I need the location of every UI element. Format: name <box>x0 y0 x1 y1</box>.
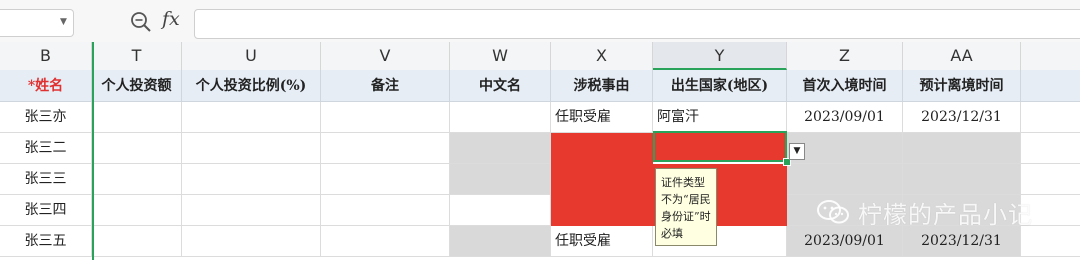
cell-name[interactable]: 张三五 <box>0 226 92 257</box>
zoom-icon[interactable] <box>130 11 152 33</box>
cell-tax-reason[interactable]: 任职受雇 <box>551 102 653 133</box>
cell[interactable] <box>182 102 321 133</box>
column-header-u[interactable]: U <box>182 42 321 70</box>
watermark: 柠檬的产品小记 <box>816 196 1033 229</box>
cell-name[interactable]: 张三二 <box>0 133 92 164</box>
cell[interactable] <box>450 102 551 133</box>
cell[interactable] <box>321 133 450 164</box>
cell-error-tax-reason[interactable] <box>551 164 653 195</box>
tooltip-line: 证件类型 <box>661 176 705 189</box>
header-remarks[interactable]: 备注 <box>321 70 450 102</box>
column-header-x[interactable]: X <box>551 42 653 70</box>
cell[interactable] <box>450 195 551 226</box>
tooltip-line: 不为“居民 <box>661 193 711 206</box>
tooltip-line: 必填 <box>661 227 683 240</box>
cell-name[interactable]: 张三亦 <box>0 102 92 133</box>
header-first-entry[interactable]: 首次入境时间 <box>787 70 903 102</box>
header-empty[interactable] <box>1021 70 1080 102</box>
cell[interactable] <box>1021 164 1080 195</box>
column-header-v[interactable]: V <box>321 42 450 70</box>
cell[interactable] <box>92 102 182 133</box>
column-header-t[interactable]: T <box>92 42 182 70</box>
column-header-z[interactable]: Z <box>787 42 903 70</box>
cell-name[interactable]: 张三四 <box>0 195 92 226</box>
header-birth-country[interactable]: 出生国家(地区) <box>653 70 787 102</box>
column-header-y[interactable]: Y <box>653 42 787 70</box>
chevron-down-icon[interactable]: ▼ <box>60 17 67 27</box>
column-header-aa[interactable]: AA <box>903 42 1021 70</box>
cell-expected-exit[interactable]: 2023/12/31 <box>903 226 1021 257</box>
formula-input[interactable] <box>194 9 1080 39</box>
header-expected-exit[interactable]: 预计离境时间 <box>903 70 1021 102</box>
cell-tax-reason[interactable]: 任职受雇 <box>551 226 653 257</box>
cell-disabled[interactable] <box>903 133 1021 164</box>
cell[interactable] <box>1021 226 1080 257</box>
header-investment-ratio[interactable]: 个人投资比例(%) <box>182 70 321 102</box>
cell-disabled[interactable] <box>787 164 903 195</box>
cell[interactable] <box>321 226 450 257</box>
cell-name[interactable]: 张三三 <box>0 164 92 195</box>
cell-expected-exit[interactable]: 2023/12/31 <box>903 102 1021 133</box>
cell[interactable] <box>182 133 321 164</box>
wechat-icon <box>817 200 849 224</box>
cell[interactable] <box>1021 133 1080 164</box>
header-name[interactable]: *姓名 <box>0 70 92 102</box>
column-header-next[interactable] <box>1021 42 1080 70</box>
cell-disabled[interactable] <box>450 133 551 164</box>
cell-disabled[interactable] <box>450 226 551 257</box>
cell-error-tax-reason[interactable] <box>551 195 653 226</box>
cell[interactable] <box>321 102 450 133</box>
cell[interactable] <box>321 164 450 195</box>
active-cell-birth-country[interactable] <box>653 131 787 162</box>
cell[interactable] <box>92 226 182 257</box>
validation-tooltip: 证件类型 不为“居民 身份证”时 必填 <box>655 168 717 246</box>
cell-disabled[interactable] <box>450 164 551 195</box>
watermark-text: 柠檬的产品小记 <box>858 200 1033 229</box>
column-header-b[interactable]: B <box>0 42 92 70</box>
tooltip-line: 身份证”时 <box>661 210 711 223</box>
cell-disabled[interactable] <box>903 164 1021 195</box>
cell[interactable] <box>92 195 182 226</box>
cell[interactable] <box>1021 102 1080 133</box>
cell[interactable] <box>182 164 321 195</box>
cell[interactable] <box>92 133 182 164</box>
column-header-w[interactable]: W <box>450 42 551 70</box>
cell-error-tax-reason[interactable] <box>551 133 653 164</box>
cell[interactable] <box>182 226 321 257</box>
freeze-pane-line <box>92 42 94 260</box>
cell-birth-country[interactable]: 阿富汗 <box>653 102 787 133</box>
cell[interactable] <box>321 195 450 226</box>
chevron-down-icon[interactable]: ▼ <box>789 143 805 160</box>
fx-icon[interactable]: fx <box>162 8 180 30</box>
header-investment-amount[interactable]: 个人投资额 <box>92 70 182 102</box>
cell[interactable] <box>182 195 321 226</box>
cell-first-entry[interactable]: 2023/09/01 <box>787 102 903 133</box>
header-chinese-name[interactable]: 中文名 <box>450 70 551 102</box>
cell[interactable] <box>92 164 182 195</box>
header-tax-reason[interactable]: 涉税事由 <box>551 70 653 102</box>
cell-first-entry[interactable]: 2023/09/01 <box>787 226 903 257</box>
